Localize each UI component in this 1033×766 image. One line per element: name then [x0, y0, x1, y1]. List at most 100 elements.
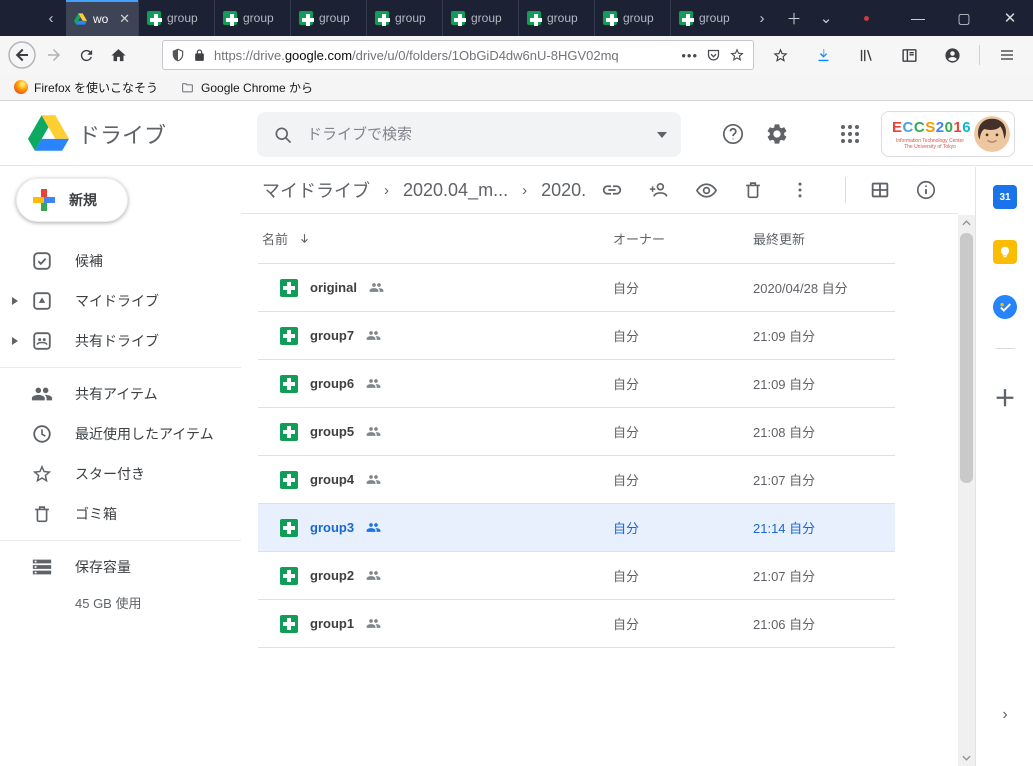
- table-row[interactable]: group5 自分 21:08 自分: [258, 408, 895, 456]
- get-addons-plus-icon[interactable]: ＋: [993, 385, 1017, 409]
- sidebar-item-shared-drives[interactable]: 共有ドライブ: [0, 321, 241, 361]
- tab-group-2[interactable]: group: [214, 0, 290, 36]
- breadcrumb-folder-1[interactable]: 2020.04_m...: [403, 180, 508, 201]
- expand-caret-icon[interactable]: [12, 297, 18, 305]
- toolbar-separator: [979, 45, 980, 65]
- get-link-icon[interactable]: [600, 178, 624, 202]
- bookmark-folder-chrome[interactable]: Google Chrome から: [180, 79, 313, 96]
- url-bar[interactable]: https://drive.google.com/drive/u/0/folde…: [162, 40, 754, 70]
- tab-group-5[interactable]: group: [442, 0, 518, 36]
- home-button[interactable]: [102, 39, 134, 71]
- sidebar-item-trash[interactable]: ゴミ箱: [0, 494, 241, 534]
- tab-group-3[interactable]: group: [290, 0, 366, 36]
- bookmark-label: Google Chrome から: [201, 79, 313, 96]
- table-row[interactable]: group1 自分 21:06 自分: [258, 600, 895, 648]
- tracking-protection-shield-icon[interactable]: [171, 47, 185, 63]
- collapse-panel-chevron-icon[interactable]: ›: [993, 703, 1017, 727]
- library-icon[interactable]: [850, 39, 882, 71]
- more-actions-kebab-icon[interactable]: [788, 178, 812, 202]
- shared-people-icon: [366, 616, 381, 631]
- scrollbar-thumb[interactable]: [960, 233, 973, 483]
- downloads-icon[interactable]: [807, 39, 839, 71]
- sidebar-item-recent[interactable]: 最近使用したアイテム: [0, 414, 241, 454]
- menu-hamburger-icon[interactable]: [991, 39, 1023, 71]
- owner-cell: 自分: [613, 470, 753, 489]
- share-add-person-icon[interactable]: [647, 178, 671, 202]
- delete-trash-icon[interactable]: [741, 178, 765, 202]
- scroll-tabs-left-icon[interactable]: ‹: [36, 0, 66, 36]
- account-icon[interactable]: [936, 39, 968, 71]
- tab-group-6[interactable]: group: [518, 0, 594, 36]
- calendar-icon[interactable]: 31: [993, 185, 1017, 209]
- back-button[interactable]: [6, 39, 38, 71]
- breadcrumb-folder-2[interactable]: 2020.: [541, 180, 586, 201]
- tab-group-8[interactable]: group: [670, 0, 746, 36]
- content-scrollbar[interactable]: [958, 215, 975, 766]
- shared-people-icon: [366, 376, 381, 391]
- grid-view-icon[interactable]: [868, 178, 892, 202]
- tab-title: group: [547, 11, 578, 25]
- sidebar-toggle-icon[interactable]: [893, 39, 925, 71]
- tab-group-4[interactable]: group: [366, 0, 442, 36]
- breadcrumb-toolbar: マイドライブ › 2020.04_m... › 2020.: [241, 167, 958, 214]
- search-options-caret-icon[interactable]: [657, 132, 667, 138]
- window-minimize-button[interactable]: —: [895, 0, 941, 36]
- help-icon[interactable]: [721, 122, 745, 146]
- owner-cell: 自分: [613, 614, 753, 633]
- page-actions-icon[interactable]: •••: [681, 48, 698, 63]
- tab-group-7[interactable]: group: [594, 0, 670, 36]
- folder-icon: [180, 81, 195, 94]
- scroll-down-icon[interactable]: [958, 750, 975, 766]
- sidebar-item-storage[interactable]: 保存容量: [0, 547, 241, 587]
- search-input[interactable]: [307, 126, 643, 143]
- account-badge[interactable]: ECCS2016 Information Technology Center T…: [881, 111, 1015, 157]
- breadcrumb-my-drive[interactable]: マイドライブ: [262, 177, 370, 203]
- new-button[interactable]: 新規: [16, 178, 128, 222]
- tab-list-dropdown-icon[interactable]: ⌄: [810, 0, 842, 36]
- window-close-button[interactable]: ✕: [987, 0, 1033, 36]
- keep-icon[interactable]: [993, 240, 1017, 264]
- search-box[interactable]: [257, 112, 681, 157]
- tasks-icon[interactable]: [993, 295, 1017, 319]
- shared-people-icon: [366, 568, 381, 583]
- column-header-owner[interactable]: オーナー: [613, 229, 753, 248]
- preview-eye-icon[interactable]: [694, 178, 718, 202]
- table-row[interactable]: group7 自分 21:09 自分: [258, 312, 895, 360]
- table-row-selected[interactable]: group3 自分 21:14 自分: [258, 504, 895, 552]
- reload-button[interactable]: [70, 39, 102, 71]
- drive-logo-icon[interactable]: [28, 115, 69, 151]
- window-maximize-button[interactable]: ▢: [941, 0, 987, 36]
- avatar[interactable]: [974, 116, 1010, 152]
- scroll-up-icon[interactable]: [958, 215, 975, 231]
- bookmark-star-icon[interactable]: [729, 47, 745, 63]
- shared-people-icon: [366, 328, 381, 343]
- sidebar-divider: [0, 540, 241, 541]
- google-apps-grid-icon[interactable]: [838, 122, 862, 146]
- tab-close-icon[interactable]: ✕: [119, 11, 130, 27]
- sheets-file-icon: [280, 375, 298, 393]
- tab-group-1[interactable]: group: [138, 0, 214, 36]
- sidebar-item-priority[interactable]: 候補: [0, 241, 241, 281]
- search-icon[interactable]: [273, 125, 293, 145]
- table-row[interactable]: group2 自分 21:07 自分: [258, 552, 895, 600]
- library-star-icon[interactable]: [764, 39, 796, 71]
- sidebar-item-shared-with-me[interactable]: 共有アイテム: [0, 374, 241, 414]
- column-header-updated[interactable]: 最終更新: [753, 229, 895, 248]
- table-row[interactable]: original 自分 2020/04/28 自分: [258, 264, 895, 312]
- app-title: ドライブ: [78, 118, 166, 150]
- pocket-icon[interactable]: [706, 48, 721, 63]
- new-tab-icon[interactable]: ＋: [778, 0, 810, 36]
- forward-button[interactable]: [38, 39, 70, 71]
- sidebar-item-starred[interactable]: スター付き: [0, 454, 241, 494]
- scroll-tabs-right-icon[interactable]: ›: [746, 0, 778, 36]
- column-header-name[interactable]: 名前: [258, 229, 613, 248]
- updated-cell: 21:09 自分: [753, 326, 895, 345]
- expand-caret-icon[interactable]: [12, 337, 18, 345]
- info-icon[interactable]: [914, 178, 938, 202]
- table-row[interactable]: group4 自分 21:07 自分: [258, 456, 895, 504]
- tab-drive-active[interactable]: wo ✕: [66, 0, 138, 36]
- sidebar-item-my-drive[interactable]: マイドライブ: [0, 281, 241, 321]
- settings-gear-icon[interactable]: [765, 122, 789, 146]
- bookmark-firefox[interactable]: Firefox を使いこなそう: [14, 79, 158, 96]
- table-row[interactable]: group6 自分 21:09 自分: [258, 360, 895, 408]
